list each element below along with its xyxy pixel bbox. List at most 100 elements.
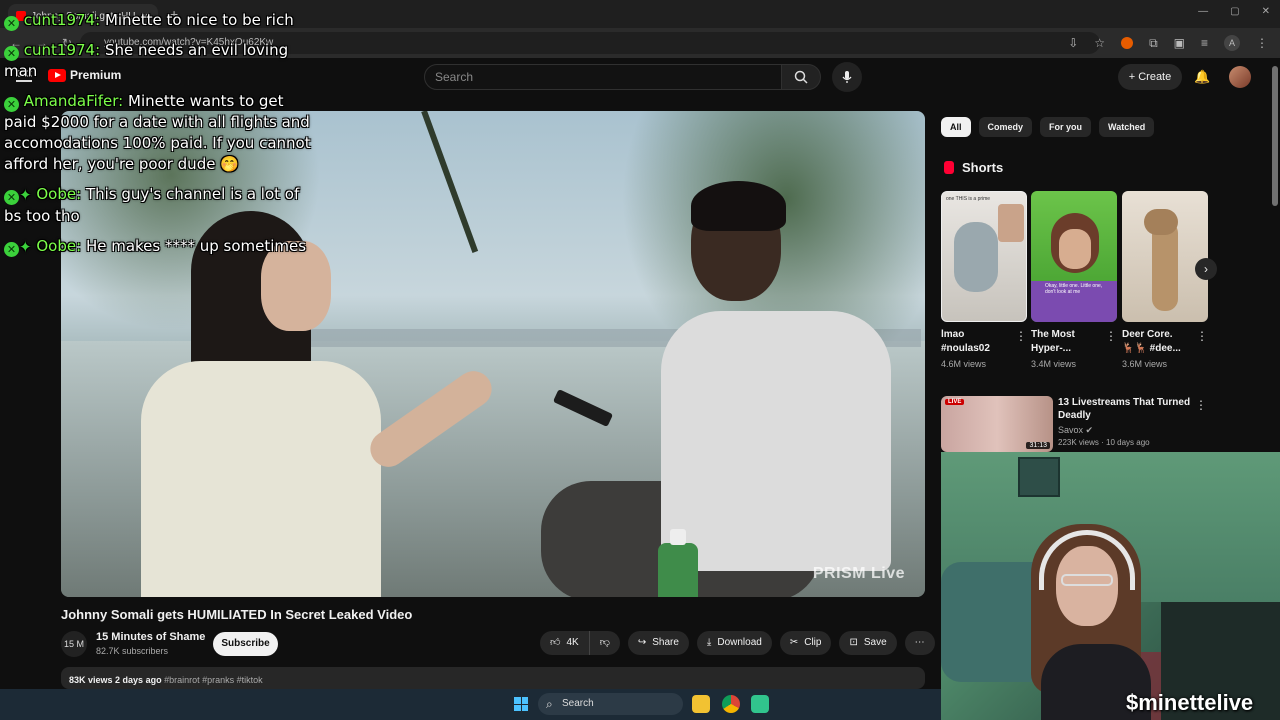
download-label: Download	[717, 637, 762, 648]
short-views: 4.6M views	[941, 359, 987, 369]
short-thumb-text: Okay, little one. Little one, don't look…	[1045, 283, 1103, 295]
video-bottle	[658, 529, 698, 597]
like-dislike-group: 👍︎ 4K 👎︎	[540, 631, 620, 655]
shorts-next-arrow-icon[interactable]: ›	[1195, 258, 1217, 280]
streamer-webcam	[941, 452, 1280, 720]
windows-start-icon[interactable]	[514, 697, 528, 711]
search-button[interactable]	[781, 64, 821, 90]
chat-text: He makes **** up sometimes	[85, 237, 307, 255]
streamer-name-overlay: $minettelive	[1126, 690, 1254, 715]
chat-text: Minette to nice to be rich	[104, 11, 294, 29]
short-card[interactable]: Okay, little one. Little one, don't look…	[1031, 191, 1117, 369]
scissors-icon: ✂	[789, 637, 799, 648]
channel-name[interactable]: 15 Minutes of Shame	[96, 631, 205, 643]
minimize-button[interactable]: —	[1198, 6, 1208, 17]
window-controls: — ▢ ✕	[1198, 6, 1270, 17]
short-card[interactable]: Deer Core. 🦌🦌 #dee... 3.6M views ⋮	[1122, 191, 1208, 369]
chip-comedy[interactable]: Comedy	[978, 117, 1033, 137]
recommended-channel: Savox ✔	[1058, 425, 1094, 435]
thumbs-down-icon: 👎︎	[599, 637, 610, 648]
vip-badge-icon: ✦	[19, 186, 32, 204]
video-actions: 👍︎ 4K 👎︎ ↪ Share ⤓ Download ✂ Clip ⊡ Sav…	[540, 631, 935, 655]
short-views: 3.6M views	[1122, 359, 1168, 369]
channel-avatar[interactable]: 15 M	[61, 631, 87, 657]
video-person-woman	[121, 211, 499, 597]
create-label: Create	[1138, 71, 1172, 83]
windows-taskbar: Search	[0, 689, 941, 720]
moderator-badge-icon: ✕	[4, 242, 19, 257]
short-more-icon[interactable]: ⋮	[1105, 329, 1117, 343]
short-views: 3.4M views	[1031, 359, 1077, 369]
shorts-title: Shorts	[962, 160, 1004, 175]
sidebar-icon[interactable]: ▣	[1174, 36, 1185, 50]
recommended-title: 13 Livestreams That Turned Deadly	[1058, 397, 1191, 421]
moderator-badge-icon: ✕	[4, 16, 19, 31]
short-thumbnail[interactable]: Okay, little one. Little one, don't look…	[1031, 191, 1117, 322]
recommended-thumbnail[interactable]: LIVE 31:13	[941, 396, 1053, 452]
bookmark-star-icon[interactable]: ☆	[1094, 36, 1105, 50]
dislike-button[interactable]: 👎︎	[589, 631, 620, 655]
chat-message: ✕ cunt1974: She needs an evil loving man	[4, 40, 314, 82]
video-duration: 31:13	[1026, 442, 1050, 449]
short-thumbnail[interactable]: one THIS is a prime	[941, 191, 1027, 322]
browser-menu-icon[interactable]: ⋮	[1256, 36, 1268, 50]
install-app-icon[interactable]: ⇩	[1068, 36, 1078, 50]
microphone-icon	[842, 71, 852, 83]
chat-message: ✕ ✦ Oobe: This guy's channel is a lot of …	[4, 184, 314, 227]
video-description[interactable]: 83K views 2 days ago #brainrot #pranks #…	[61, 667, 925, 689]
short-more-icon[interactable]: ⋮	[1196, 329, 1208, 343]
more-actions-button[interactable]: ⋯	[904, 631, 935, 655]
moderator-badge-icon: ✕	[4, 46, 19, 61]
voice-search-button[interactable]	[832, 62, 862, 92]
moderator-badge-icon: ✕	[4, 190, 19, 205]
chip-watched[interactable]: Watched	[1099, 117, 1155, 137]
recommended-video[interactable]: LIVE 31:13 13 Livestreams That Turned De…	[941, 396, 1211, 452]
chrome-icon[interactable]	[722, 695, 740, 713]
like-button[interactable]: 👍︎ 4K	[540, 631, 590, 655]
filter-chips: All Comedy For you Watched	[941, 117, 1155, 137]
save-button[interactable]: ⊡ Save	[839, 631, 897, 655]
taskbar-search[interactable]: Search	[538, 693, 683, 715]
hashtags[interactable]: #brainrot #pranks #tiktok	[164, 675, 263, 685]
clip-label: Clip	[804, 637, 822, 648]
video-person-man	[541, 181, 901, 597]
wall-poster	[1018, 457, 1060, 497]
short-more-icon[interactable]: ⋮	[1015, 329, 1027, 343]
chip-all[interactable]: All	[941, 117, 971, 137]
create-button[interactable]: + Create	[1118, 64, 1182, 90]
subscribe-button[interactable]: Subscribe	[213, 632, 278, 656]
extension-icon[interactable]	[1121, 37, 1134, 49]
video-scene-branch	[421, 111, 479, 253]
user-avatar[interactable]	[1229, 66, 1251, 88]
clip-button[interactable]: ✂ Clip	[779, 631, 832, 655]
maximize-button[interactable]: ▢	[1230, 6, 1239, 17]
subscriber-count: 82.7K subscribers	[96, 646, 169, 656]
streaming-app-icon[interactable]	[751, 695, 769, 713]
chat-username: Oobe:	[36, 185, 82, 203]
notifications-bell-icon[interactable]: 🔔	[1194, 69, 1210, 85]
share-button[interactable]: ↪ Share	[627, 631, 689, 655]
bookmark-icon: ⊡	[849, 637, 858, 648]
vip-badge-icon: ✦	[19, 238, 32, 256]
chat-message: ✕ AmandaFifer: Minette wants to get paid…	[4, 91, 314, 175]
recommended-meta: 223K views · 10 days ago	[1058, 438, 1150, 447]
file-explorer-icon[interactable]	[692, 695, 710, 713]
search-input[interactable]: Search	[424, 64, 782, 90]
upload-date: 2 days ago	[115, 675, 162, 685]
close-window-button[interactable]: ✕	[1262, 6, 1270, 17]
verified-check-icon: ✔	[1085, 425, 1094, 435]
download-button[interactable]: ⤓ Download	[696, 631, 772, 655]
chat-username: cunt1974:	[23, 41, 101, 59]
short-card[interactable]: one THIS is a prime lmao #noulas02 4.6M v…	[941, 191, 1027, 369]
extensions-puzzle-icon[interactable]: ⧉	[1149, 36, 1158, 51]
reading-list-icon[interactable]: ≡	[1201, 36, 1208, 50]
profile-avatar[interactable]: A	[1224, 35, 1240, 51]
live-badge: LIVE	[945, 399, 965, 405]
chat-username: Oobe:	[36, 237, 82, 255]
recommended-more-icon[interactable]: ⋮	[1195, 398, 1207, 412]
chip-for-you[interactable]: For you	[1040, 117, 1092, 137]
short-thumbnail[interactable]	[1122, 191, 1208, 322]
page-scrollbar[interactable]	[1272, 66, 1278, 206]
thumbs-up-icon: 👍︎	[550, 637, 561, 648]
search-icon	[794, 70, 808, 84]
